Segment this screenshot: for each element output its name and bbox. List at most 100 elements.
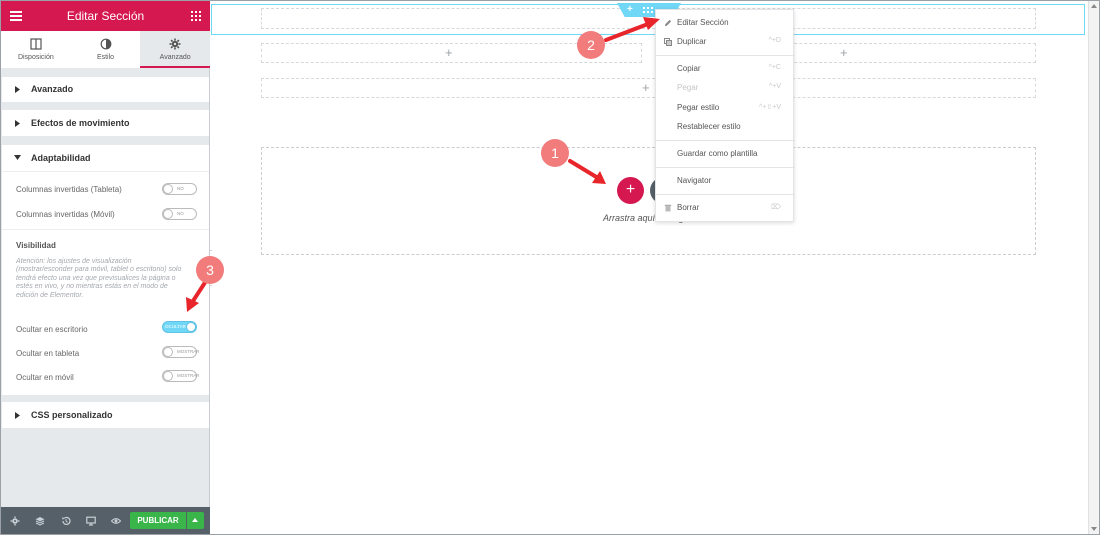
toggle-text: NO (177, 211, 184, 216)
divider (2, 171, 209, 172)
hide-desktop-label: Ocultar en escritorio (16, 325, 88, 334)
section-title: Avanzado (31, 84, 74, 94)
scroll-up-icon[interactable] (1091, 4, 1097, 8)
context-menu: Editar Sección Duplicar ^+D Copiar ^+C P… (655, 9, 795, 222)
add-new-section-button[interactable]: + (617, 177, 644, 204)
add-widget-plus-icon[interactable]: + (840, 46, 848, 59)
menu-item-copiar[interactable]: Copiar ^+C (656, 60, 795, 78)
dropzone-text-start: Arrastra aquí (603, 213, 656, 223)
tab-avanzado[interactable]: Avanzado (140, 31, 211, 68)
copy-icon (664, 38, 672, 46)
layout-icon (30, 38, 42, 50)
preview-eye-icon[interactable] (111, 516, 121, 526)
menu-item-shortcut: ^+C (768, 64, 781, 71)
panel-title: Editar Sección (66, 9, 145, 23)
section-title: Efectos de movimiento (31, 118, 130, 128)
add-widget-plus-icon[interactable]: + (445, 46, 453, 59)
menu-item-label: Pegar estilo (677, 103, 720, 112)
annotation-badge: 1 (541, 139, 569, 167)
trash-icon (664, 204, 672, 212)
publish-options-button[interactable] (187, 512, 204, 529)
section-efectos[interactable]: Efectos de movimiento (2, 110, 209, 136)
toggle-text: MOSTRAR (177, 373, 200, 378)
tab-label: Disposición (17, 54, 54, 61)
dropzone-text: Arrastra aquíg (603, 213, 684, 223)
publish-button[interactable]: PUBLICAR (130, 512, 186, 529)
hide-tablet-label: Ocultar en tableta (16, 349, 80, 358)
toggle-knob (163, 209, 173, 219)
menu-item-navigator[interactable]: Navigator (656, 172, 795, 190)
menu-separator (656, 167, 795, 168)
toggle-text: MOSTRAR (177, 349, 200, 354)
menu-item-borrar[interactable]: Borrar ⌦ (656, 199, 795, 217)
menu-item-shortcut: ^+⇧+V (759, 104, 781, 111)
menu-item-label: Duplicar (677, 37, 707, 46)
toggle-knob (186, 322, 196, 332)
menu-item-label: Navigator (677, 176, 712, 185)
toggle-knob (163, 371, 173, 381)
menu-item-label: Editar Sección (677, 18, 729, 27)
menu-item-shortcut: ^+D (768, 37, 781, 44)
add-widget-plus-icon[interactable]: + (642, 81, 650, 94)
hide-mobile-toggle[interactable]: MOSTRAR (162, 370, 200, 382)
menu-item-duplicar[interactable]: Duplicar ^+D (656, 33, 795, 51)
menu-item-label: Copiar (677, 64, 701, 73)
reverse-mobile-label: Columnas invertidas (Móvil) (16, 210, 115, 219)
editor-panel: Editar Sección Disposición Estilo Avanza… (1, 1, 211, 534)
gear-icon (169, 38, 181, 50)
panel-tabs: Disposición Estilo Avanzado (1, 31, 211, 68)
menu-item-label: Pegar (677, 83, 699, 92)
tab-estilo[interactable]: Estilo (71, 31, 141, 68)
layers-icon[interactable] (35, 516, 45, 526)
add-section-icon[interactable]: + (627, 4, 633, 15)
menu-item-editar-seccion[interactable]: Editar Sección (656, 14, 795, 32)
annotation-badge: 3 (196, 256, 224, 284)
vertical-scrollbar[interactable] (1088, 1, 1099, 534)
toggle-knob (163, 347, 173, 357)
toggle-text: OCULTAR (165, 324, 186, 329)
section-title: CSS personalizado (31, 410, 113, 420)
panel-footer: PUBLICAR (1, 507, 210, 534)
settings-icon[interactable] (10, 516, 20, 526)
contrast-icon (100, 38, 111, 50)
menu-item-restablecer-estilo[interactable]: Restablecer estilo (656, 118, 795, 136)
menu-separator (656, 55, 795, 56)
menu-item-pegar[interactable]: Pegar ^+V (656, 79, 795, 97)
section-adaptabilidad: Adaptabilidad Columnas invertidas (Table… (2, 145, 209, 395)
menu-separator (656, 194, 795, 195)
hide-mobile-label: Ocultar en móvil (16, 373, 74, 382)
annotation-badge: 2 (577, 31, 605, 59)
visibility-heading: Visibilidad (16, 241, 56, 250)
visibility-note: Atención: los ajustes de visualización (… (16, 258, 182, 299)
add-section-dropzone[interactable] (261, 147, 1036, 255)
panel-header: Editar Sección (1, 1, 210, 31)
menu-item-shortcut: ^+V (768, 83, 781, 90)
widgets-grid-icon[interactable] (191, 11, 201, 21)
responsive-desktop-icon[interactable] (86, 516, 96, 526)
menu-item-guardar-plantilla[interactable]: Guardar como plantilla (656, 145, 795, 163)
section-css-personalizado[interactable]: CSS personalizado (2, 402, 209, 428)
drag-section-icon[interactable] (643, 7, 653, 13)
menu-separator (656, 140, 795, 141)
menu-item-label: Borrar (677, 203, 700, 212)
reverse-mobile-toggle[interactable]: NO (162, 208, 197, 220)
menu-item-pegar-estilo[interactable]: Pegar estilo ^+⇧+V (656, 99, 795, 117)
hide-desktop-toggle[interactable]: OCULTAR (162, 321, 197, 333)
tab-disposicion[interactable]: Disposición (1, 31, 71, 68)
toggle-knob (163, 184, 173, 194)
menu-item-label: Restablecer estilo (677, 122, 741, 131)
menu-item-shortcut: ⌦ (771, 204, 781, 211)
divider (2, 229, 209, 230)
section-avanzado[interactable]: Avanzado (2, 77, 209, 102)
tab-label: Avanzado (159, 54, 191, 61)
toggle-text: NO (177, 186, 184, 191)
reverse-tablet-label: Columnas invertidas (Tableta) (16, 185, 122, 194)
reverse-tablet-toggle[interactable]: NO (162, 183, 197, 195)
menu-item-label: Guardar como plantilla (677, 149, 758, 158)
history-icon[interactable] (61, 516, 71, 526)
tab-label: Estilo (96, 54, 115, 61)
hide-tablet-toggle[interactable]: MOSTRAR (162, 346, 200, 358)
pencil-icon (665, 19, 672, 26)
section-title[interactable]: Adaptabilidad (16, 153, 91, 163)
scroll-down-icon[interactable] (1091, 527, 1097, 531)
